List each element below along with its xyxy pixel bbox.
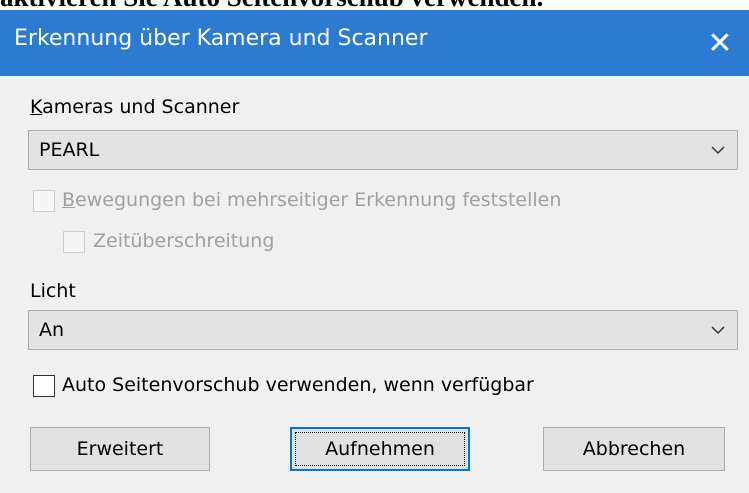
- banner-text: aktivieren Sie Auto Seitenvorschub verwe…: [0, 0, 543, 10]
- camera-scanner-dialog: Erkennung über Kamera und Scanner ✕ Kame…: [0, 10, 749, 493]
- chevron-down-icon: [711, 326, 725, 335]
- auto-feed-label: Auto Seitenvorschub verwenden, wenn verf…: [62, 374, 534, 396]
- advanced-button[interactable]: Erweitert: [30, 427, 210, 471]
- dialog-title: Erkennung über Kamera und Scanner: [14, 26, 428, 51]
- camera-scanner-value: PEARL: [39, 139, 100, 161]
- timeout-label: Zeitüberschreitung: [93, 230, 275, 252]
- banner-text-clipped: aktivieren Sie Auto Seitenvorschub verwe…: [0, 0, 749, 10]
- close-icon: ✕: [707, 25, 733, 61]
- camera-scanner-select[interactable]: PEARL: [28, 130, 738, 170]
- capture-button[interactable]: Aufnehmen: [290, 427, 470, 471]
- auto-feed-checkbox[interactable]: [33, 375, 55, 397]
- close-button[interactable]: ✕: [691, 10, 749, 76]
- light-select[interactable]: An: [28, 310, 738, 350]
- light-value: An: [39, 319, 65, 341]
- motion-detection-checkbox[interactable]: [33, 190, 55, 212]
- light-label: Licht: [30, 280, 76, 302]
- cameras-label: Kameras und Scanner: [30, 96, 240, 118]
- motion-detection-label: Bewegungen bei mehrseitiger Erkennung fe…: [62, 189, 562, 211]
- timeout-checkbox[interactable]: [63, 231, 85, 253]
- cancel-button[interactable]: Abbrechen: [543, 427, 725, 471]
- chevron-down-icon: [711, 146, 725, 155]
- title-bar: Erkennung über Kamera und Scanner ✕: [0, 10, 749, 76]
